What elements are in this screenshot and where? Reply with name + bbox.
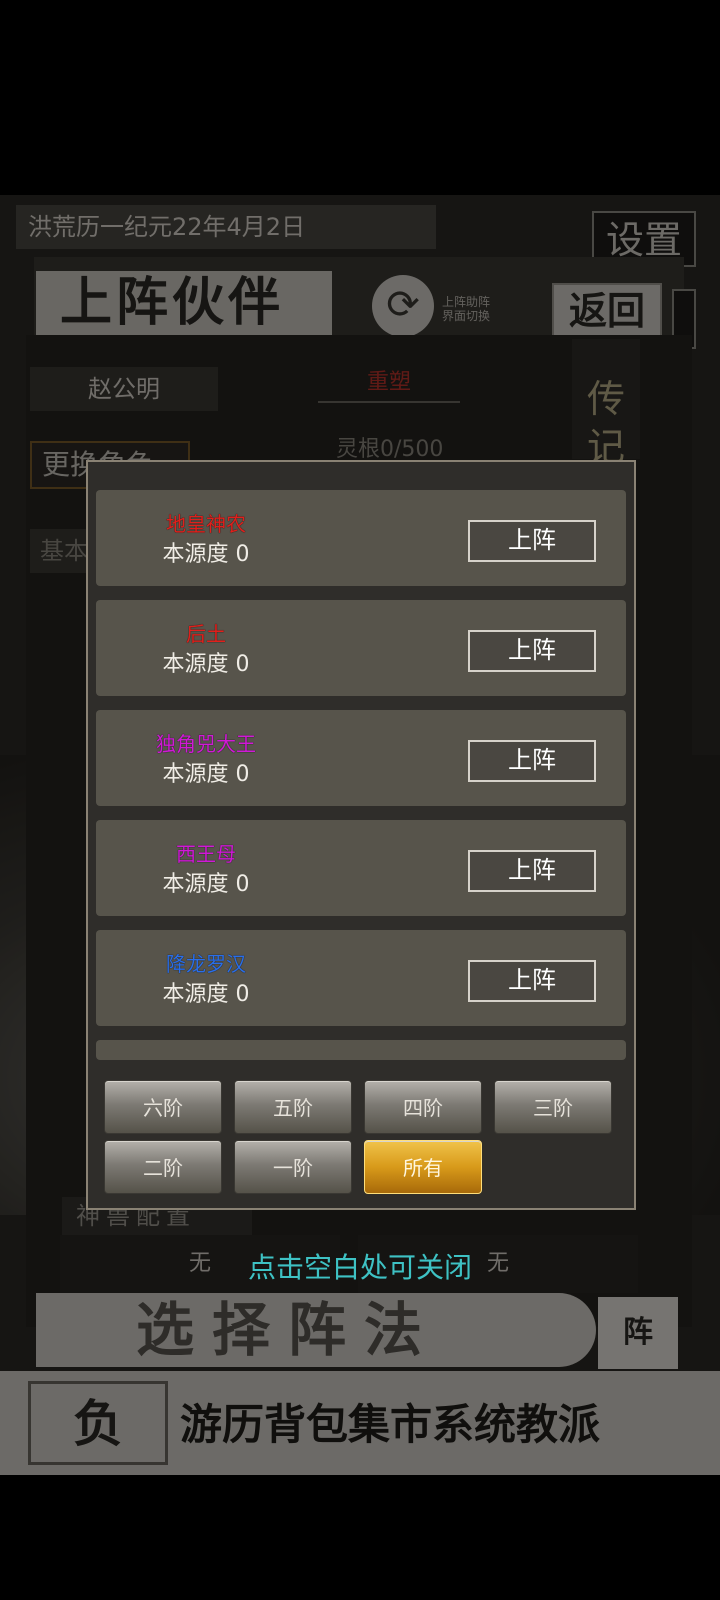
close-hint: 点击空白处可关闭 [247,1251,472,1284]
partner-name: 西王母 [176,842,236,866]
source-value: 本源度 0 [162,982,250,1007]
list-item: 降龙罗汉 本源度 0 上阵 [96,930,626,1026]
partner-name: 降龙罗汉 [166,952,246,976]
tier-all-button[interactable]: 所有 [364,1140,482,1194]
deploy-button[interactable]: 上阵 [468,850,596,892]
list-item: 西王母 本源度 0 上阵 [96,820,626,916]
partner-list[interactable]: 地皇神农 本源度 0 上阵 后土 本源度 0 上阵 独角兕大王 本源度 0 上阵… [96,490,626,1060]
deploy-button[interactable]: 上阵 [468,740,596,782]
deploy-button[interactable]: 上阵 [468,630,596,672]
tier-1-button[interactable]: 一阶 [234,1140,352,1194]
tier-2-button[interactable]: 二阶 [104,1140,222,1194]
deploy-button[interactable]: 上阵 [468,520,596,562]
partner-name: 地皇神农 [166,512,246,536]
tier-6-button[interactable]: 六阶 [104,1080,222,1134]
list-item: 独角兕大王 本源度 0 上阵 [96,710,626,806]
tier-5-button[interactable]: 五阶 [234,1080,352,1134]
deploy-button[interactable]: 上阵 [468,960,596,1002]
list-item-partial [96,1040,626,1060]
source-value: 本源度 0 [162,542,250,567]
tier-3-button[interactable]: 三阶 [494,1080,612,1134]
partner-name: 后土 [186,622,226,646]
source-value: 本源度 0 [162,762,250,787]
tier-4-button[interactable]: 四阶 [364,1080,482,1134]
source-value: 本源度 0 [162,872,250,897]
list-item: 后土 本源度 0 上阵 [96,600,626,696]
list-item: 地皇神农 本源度 0 上阵 [96,490,626,586]
source-value: 本源度 0 [162,652,250,677]
partner-name: 独角兕大王 [156,732,256,756]
